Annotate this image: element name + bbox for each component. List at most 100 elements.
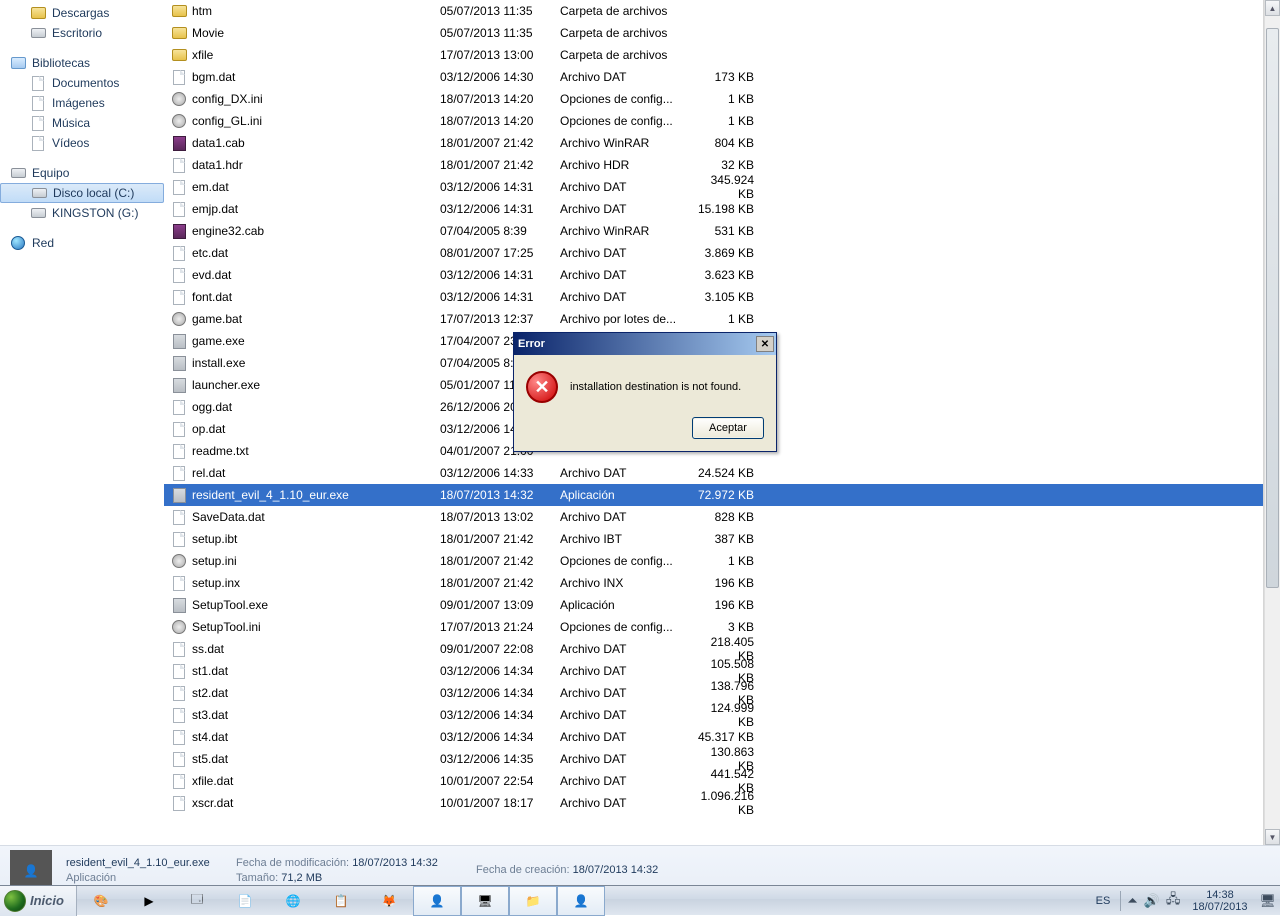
- file-icon: [170, 464, 188, 482]
- file-row[interactable]: rel.dat03/12/2006 14:33Archivo DAT24.524…: [164, 462, 1263, 484]
- file-name: engine32.cab: [192, 224, 440, 238]
- file-type: Archivo por lotes de...: [560, 312, 697, 326]
- file-row[interactable]: setup.inx18/01/2007 21:42Archivo INX196 …: [164, 572, 1263, 594]
- taskbar-item-app3[interactable]: 👤: [557, 886, 605, 916]
- language-indicator[interactable]: ES: [1092, 895, 1115, 907]
- sidebar-item-documentos[interactable]: Documentos: [0, 73, 164, 93]
- tray-clock[interactable]: 14:38 18/07/2013: [1186, 889, 1253, 913]
- taskbar-item-chrome[interactable]: 🌐: [269, 886, 317, 916]
- file-date: 18/01/2007 21:42: [440, 158, 560, 172]
- taskbar-item-word[interactable]: 📄: [221, 886, 269, 916]
- file-row[interactable]: etc.dat08/01/2007 17:25Archivo DAT3.869 …: [164, 242, 1263, 264]
- sidebar-item-disco-local-c-[interactable]: Disco local (C:): [0, 183, 164, 203]
- taskbar-item-paint[interactable]: 🎨: [77, 886, 125, 916]
- file-name: setup.ibt: [192, 532, 440, 546]
- file-date: 10/01/2007 22:54: [440, 774, 560, 788]
- sidebar-item-m-sica[interactable]: Música: [0, 113, 164, 133]
- file-row[interactable]: SaveData.dat18/07/2013 13:02Archivo DAT8…: [164, 506, 1263, 528]
- file-row[interactable]: em.dat03/12/2006 14:31Archivo DAT345.924…: [164, 176, 1263, 198]
- file-row[interactable]: resident_evil_4_1.10_eur.exe18/07/2013 1…: [164, 484, 1263, 506]
- file-name: emjp.dat: [192, 202, 440, 216]
- file-row[interactable]: bgm.dat03/12/2006 14:30Archivo DAT173 KB: [164, 66, 1263, 88]
- file-row[interactable]: st3.dat03/12/2006 14:34Archivo DAT124.99…: [164, 704, 1263, 726]
- file-name: xfile: [192, 48, 440, 62]
- tray-network-icon[interactable]: 🖧: [1166, 890, 1181, 912]
- dialog-ok-button[interactable]: Aceptar: [692, 417, 764, 439]
- file-date: 17/07/2013 21:24: [440, 620, 560, 634]
- file-date: 05/07/2013 11:35: [440, 4, 560, 18]
- dialog-close-button[interactable]: ✕: [756, 336, 774, 352]
- file-size: 173 KB: [697, 70, 754, 84]
- file-type: Archivo DAT: [560, 70, 697, 84]
- file-name: st4.dat: [192, 730, 440, 744]
- sidebar-item-im-genes[interactable]: Imágenes: [0, 93, 164, 113]
- file-type: Carpeta de archivos: [560, 48, 697, 62]
- file-row[interactable]: game.bat17/07/2013 12:37Archivo por lote…: [164, 308, 1263, 330]
- file-icon: [170, 398, 188, 416]
- file-type: Opciones de config...: [560, 620, 697, 634]
- tray-volume-icon[interactable]: 🔊: [1144, 893, 1160, 909]
- tray-chevron-icon[interactable]: ⏶: [1127, 893, 1137, 909]
- sidebar-item-descargas[interactable]: Descargas: [0, 3, 164, 23]
- file-row[interactable]: config_GL.ini18/07/2013 14:20Opciones de…: [164, 110, 1263, 132]
- file-row[interactable]: config_DX.ini18/07/2013 14:20Opciones de…: [164, 88, 1263, 110]
- taskbar-item-folder[interactable]: 📁: [509, 886, 557, 916]
- sidebar-item-kingston-g-[interactable]: KINGSTON (G:): [0, 203, 164, 223]
- file-icon: [170, 750, 188, 768]
- file-row[interactable]: setup.ibt18/01/2007 21:42Archivo IBT387 …: [164, 528, 1263, 550]
- file-row[interactable]: xscr.dat10/01/2007 18:17Archivo DAT1.096…: [164, 792, 1263, 814]
- system-tray: ES ⏶ 🔊 🖧 14:38 18/07/2013 🖥: [1088, 886, 1280, 916]
- file-icon: [170, 266, 188, 284]
- error-dialog: Error ✕ ✕ installation destination is no…: [513, 332, 777, 452]
- file-name: st3.dat: [192, 708, 440, 722]
- file-icon: [170, 244, 188, 262]
- vertical-scrollbar[interactable]: ▲ ▼: [1264, 0, 1280, 845]
- file-type: Opciones de config...: [560, 114, 697, 128]
- file-date: 18/07/2013 14:20: [440, 92, 560, 106]
- file-icon: [170, 772, 188, 790]
- file-type: Opciones de config...: [560, 92, 697, 106]
- details-type: Aplicación: [66, 871, 236, 886]
- file-row[interactable]: SetupTool.exe09/01/2007 13:09Aplicación1…: [164, 594, 1263, 616]
- file-type: Archivo DAT: [560, 290, 697, 304]
- file-icon: [170, 728, 188, 746]
- file-row[interactable]: setup.ini18/01/2007 21:42Opciones de con…: [164, 550, 1263, 572]
- file-row[interactable]: htm05/07/2013 11:35Carpeta de archivos: [164, 0, 1263, 22]
- tray-monitor-icon[interactable]: 🖥: [1259, 893, 1276, 909]
- file-row[interactable]: evd.dat03/12/2006 14:31Archivo DAT3.623 …: [164, 264, 1263, 286]
- file-name: SetupTool.ini: [192, 620, 440, 634]
- taskbar-item-explorer[interactable]: 🗔: [173, 886, 221, 916]
- file-name: font.dat: [192, 290, 440, 304]
- taskbar-item-media[interactable]: ▶: [125, 886, 173, 916]
- sidebar-header-red[interactable]: Red: [0, 233, 164, 253]
- file-row[interactable]: xfile17/07/2013 13:00Carpeta de archivos: [164, 44, 1263, 66]
- sidebar-item-escritorio[interactable]: Escritorio: [0, 23, 164, 43]
- scroll-thumb[interactable]: [1266, 28, 1279, 588]
- file-row[interactable]: engine32.cab07/04/2005 8:39Archivo WinRA…: [164, 220, 1263, 242]
- file-name: op.dat: [192, 422, 440, 436]
- file-type: Archivo IBT: [560, 532, 697, 546]
- file-name: setup.ini: [192, 554, 440, 568]
- file-row[interactable]: emjp.dat03/12/2006 14:31Archivo DAT15.19…: [164, 198, 1263, 220]
- cog-icon: [170, 112, 188, 130]
- file-row[interactable]: font.dat03/12/2006 14:31Archivo DAT3.105…: [164, 286, 1263, 308]
- taskbar-item-app1[interactable]: 👤: [413, 886, 461, 916]
- sidebar-item-v-deos[interactable]: Vídeos: [0, 133, 164, 153]
- rar-icon: [170, 134, 188, 152]
- sidebar-header-bibliotecas[interactable]: Bibliotecas: [0, 53, 164, 73]
- file-row[interactable]: data1.cab18/01/2007 21:42Archivo WinRAR8…: [164, 132, 1263, 154]
- file-row[interactable]: Movie05/07/2013 11:35Carpeta de archivos: [164, 22, 1263, 44]
- cog-icon: [170, 618, 188, 636]
- taskbar-item-app2[interactable]: 🖥: [461, 886, 509, 916]
- dialog-titlebar[interactable]: Error ✕: [514, 333, 776, 355]
- scroll-down-button[interactable]: ▼: [1265, 829, 1280, 845]
- scroll-up-button[interactable]: ▲: [1265, 0, 1280, 16]
- sidebar-header-equipo[interactable]: Equipo: [0, 163, 164, 183]
- taskbar-item-notepad[interactable]: 📋: [317, 886, 365, 916]
- file-date: 03/12/2006 14:31: [440, 268, 560, 282]
- start-button[interactable]: Inicio: [0, 886, 77, 916]
- file-icon: [170, 288, 188, 306]
- cog-icon: [170, 310, 188, 328]
- error-icon: ✕: [526, 371, 558, 403]
- taskbar-item-firefox[interactable]: 🦊: [365, 886, 413, 916]
